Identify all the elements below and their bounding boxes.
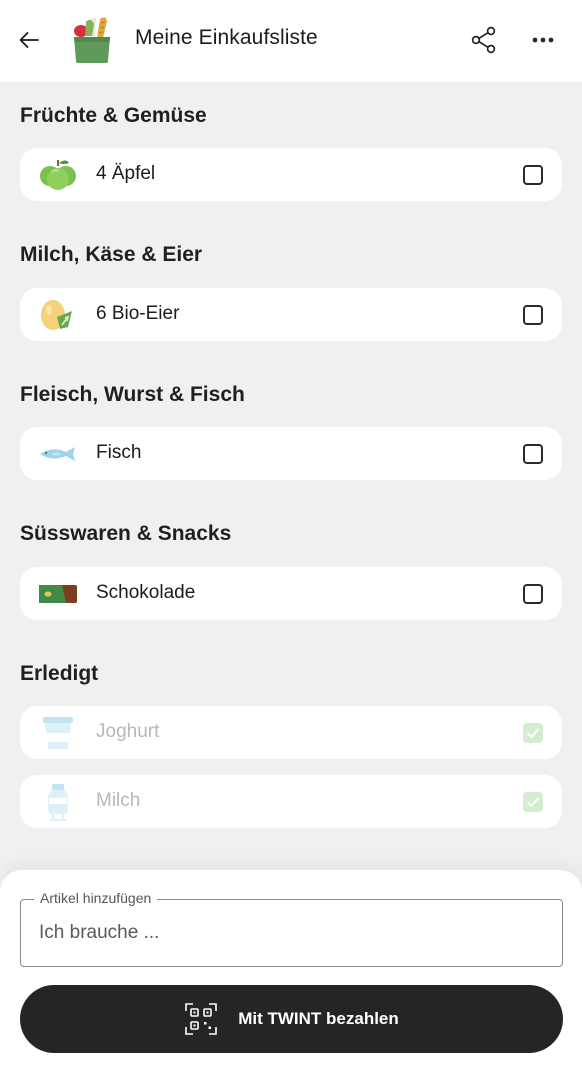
qr-code-icon xyxy=(185,1003,218,1035)
item-checkbox[interactable] xyxy=(523,165,543,185)
share-button[interactable] xyxy=(468,24,500,56)
checkmark-icon xyxy=(527,797,539,807)
item-label: 4 Äpfel xyxy=(96,163,156,184)
apple-icon xyxy=(38,156,78,194)
yogurt-icon xyxy=(38,714,78,752)
fish-icon xyxy=(38,435,78,473)
back-button[interactable] xyxy=(14,25,44,55)
list-item[interactable]: 6 Bio-Eier xyxy=(20,288,562,341)
section-title-fruits: Früchte & Gemüse xyxy=(20,104,207,127)
chocolate-icon xyxy=(38,575,78,613)
more-options-button[interactable] xyxy=(528,24,558,56)
list-item[interactable]: Milch xyxy=(20,775,562,828)
checkmark-icon xyxy=(527,728,539,738)
item-checkbox[interactable] xyxy=(523,723,543,743)
section-title-sweets: Süsswaren & Snacks xyxy=(20,522,232,545)
section-title-dairy: Milch, Käse & Eier xyxy=(20,243,203,266)
item-label: Milch xyxy=(96,790,141,811)
add-item-legend: Artikel hinzufügen xyxy=(34,890,158,906)
list-item[interactable]: Fisch xyxy=(20,427,562,480)
grocery-bag-icon xyxy=(74,17,110,63)
egg-icon xyxy=(38,296,78,334)
item-label: Joghurt xyxy=(96,721,160,742)
item-checkbox[interactable] xyxy=(523,305,543,325)
add-item-input[interactable] xyxy=(39,918,539,948)
pay-button-label: Mit TWINT bezahlen xyxy=(238,1009,399,1028)
list-item[interactable]: 4 Äpfel xyxy=(20,148,562,201)
list-item[interactable]: Schokolade xyxy=(20,567,562,620)
item-checkbox[interactable] xyxy=(523,444,543,464)
item-checkbox[interactable] xyxy=(523,792,543,812)
item-label: Schokolade xyxy=(96,582,196,603)
milk-icon xyxy=(38,783,78,821)
more-horizontal-icon xyxy=(532,37,554,43)
section-title-meat-fish: Fleisch, Wurst & Fisch xyxy=(20,383,245,406)
item-label: 6 Bio-Eier xyxy=(96,303,180,324)
add-item-field[interactable]: Artikel hinzufügen xyxy=(20,890,563,967)
item-label: Fisch xyxy=(96,442,142,463)
section-title-done: Erledigt xyxy=(20,662,99,685)
list-item[interactable]: Joghurt xyxy=(20,706,562,759)
item-checkbox[interactable] xyxy=(523,584,543,604)
twint-pay-button[interactable]: Mit TWINT bezahlen xyxy=(20,985,563,1053)
share-icon xyxy=(471,26,496,54)
app-header: Meine Einkaufsliste xyxy=(0,0,582,82)
page-title: Meine Einkaufsliste xyxy=(135,26,318,49)
bottom-sheet: Artikel hinzufügen Mit TWINT bezahlen xyxy=(0,870,582,1083)
arrow-left-icon xyxy=(19,32,39,48)
